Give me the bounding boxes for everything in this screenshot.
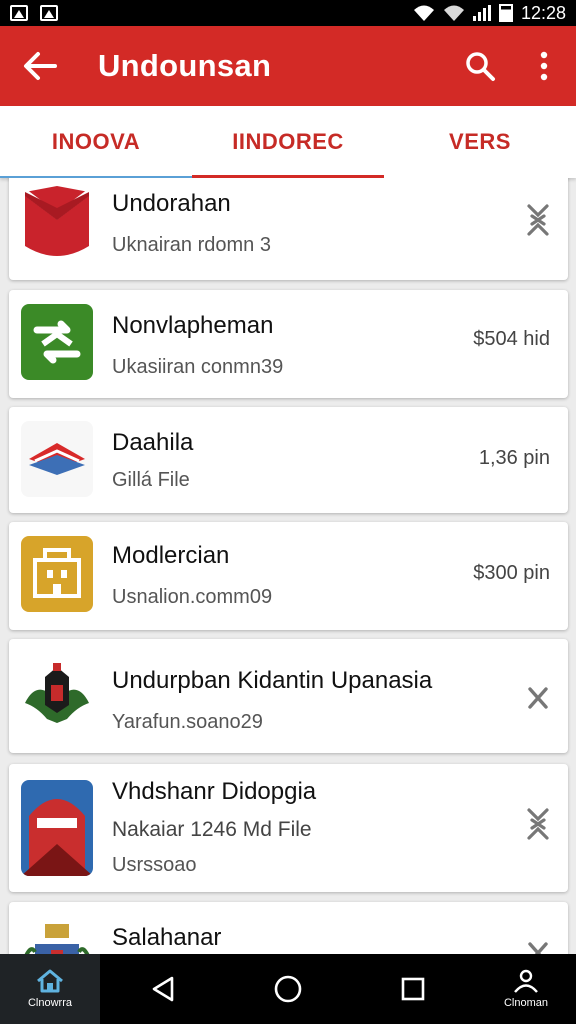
image-notification-icon xyxy=(40,5,58,21)
envelope-app-icon xyxy=(21,186,93,262)
tab-iindorec[interactable]: IINDOREC xyxy=(192,106,384,178)
expand-icon[interactable] xyxy=(524,202,552,238)
page-title: Undounsan xyxy=(98,48,272,83)
circle-home-icon xyxy=(274,975,302,1003)
item-time: 1,36 pin xyxy=(478,447,550,469)
list-item[interactable]: Nonvlapheman Ukasiiran conmn39 $504 hid xyxy=(9,290,568,398)
wifi-2-icon xyxy=(443,5,464,21)
battery-icon xyxy=(498,4,513,22)
app-bar: Undounsan xyxy=(0,26,576,106)
arrow-back-icon xyxy=(24,52,57,80)
list-item[interactable]: Undurpban Kidantin Upanasia Yarafun.soan… xyxy=(9,639,568,753)
recents-nav-button[interactable] xyxy=(351,954,476,1024)
status-bar: 12:28 xyxy=(0,0,576,26)
list-item[interactable]: Vhdshanr Didopgia Nakaiar 1246 Md File U… xyxy=(9,764,568,892)
item-title: Nonvlapheman xyxy=(112,312,274,339)
home-label: Clnowrra xyxy=(27,997,72,1009)
emblem-app-icon xyxy=(21,653,93,729)
item-subtitle: Usnalion.comm09 xyxy=(112,586,273,608)
item-title: Daahila xyxy=(112,429,194,456)
item-subtitle-secondary: Usrssoao xyxy=(112,854,197,876)
home-icon xyxy=(37,969,63,993)
square-recents-icon xyxy=(402,977,425,1001)
back-nav-button[interactable] xyxy=(100,954,225,1024)
item-price: $300 pin xyxy=(473,562,550,584)
wifi-icon xyxy=(413,5,434,21)
profile-label: Clnoman xyxy=(503,997,548,1009)
tab-bar: INOOVA IINDOREC VERS xyxy=(0,106,576,178)
search-button[interactable] xyxy=(448,26,512,106)
list-item[interactable]: Modlercian Usnalion.comm09 $300 pin xyxy=(9,522,568,630)
item-subtitle: Nakaiar 1246 Md File xyxy=(112,818,312,841)
person-icon xyxy=(514,969,538,993)
search-icon xyxy=(466,52,495,81)
gallery-notification-icon xyxy=(10,5,28,21)
red-building-app-icon xyxy=(21,780,93,876)
list-item[interactable]: Undorahan Uknairan rdomn 3 xyxy=(9,178,568,280)
profile-tab[interactable]: Clnoman xyxy=(476,954,576,1024)
status-time: 12:28 xyxy=(520,2,566,23)
item-subtitle: Yarafun.soano29 xyxy=(112,711,263,733)
item-title: Vhdshanr Didopgia xyxy=(112,778,317,805)
item-title: Modlercian xyxy=(112,542,230,569)
crest-app-icon xyxy=(21,914,93,954)
close-icon[interactable] xyxy=(524,681,552,717)
close-icon[interactable] xyxy=(524,936,552,954)
back-button[interactable] xyxy=(0,26,80,106)
item-subtitle: Ukasiiran conmn39 xyxy=(112,356,284,378)
more-options-button[interactable] xyxy=(512,26,576,106)
item-subtitle: Uknairan rdomn 3 xyxy=(112,234,271,256)
item-title: Undurpban Kidantin Upanasia xyxy=(112,667,433,694)
item-title: Undorahan xyxy=(112,190,231,217)
item-list: Undorahan Uknairan rdomn 3 Nonvlapheman … xyxy=(0,178,576,954)
home-tab[interactable]: Clnowrra xyxy=(0,954,100,1024)
expand-icon[interactable] xyxy=(524,806,552,842)
transfer-app-icon xyxy=(21,304,93,380)
more-vert-icon xyxy=(540,51,548,81)
item-title: Salahanar xyxy=(112,924,222,951)
list-item[interactable]: Salahanar xyxy=(9,902,568,954)
tab-vers[interactable]: VERS xyxy=(384,106,576,178)
item-price: $504 hid xyxy=(473,328,550,350)
tab-inoova[interactable]: INOOVA xyxy=(0,106,192,178)
navigation-bar: Clnowrra Clnoman xyxy=(0,954,576,1024)
list-item[interactable]: Daahila Gillá File 1,36 pin xyxy=(9,407,568,513)
flag-app-icon xyxy=(21,421,93,497)
triangle-back-icon xyxy=(152,976,173,1002)
building-app-icon xyxy=(21,536,93,612)
item-subtitle: Gillá File xyxy=(112,469,190,491)
home-nav-button[interactable] xyxy=(225,954,350,1024)
signal-icon xyxy=(472,5,491,21)
